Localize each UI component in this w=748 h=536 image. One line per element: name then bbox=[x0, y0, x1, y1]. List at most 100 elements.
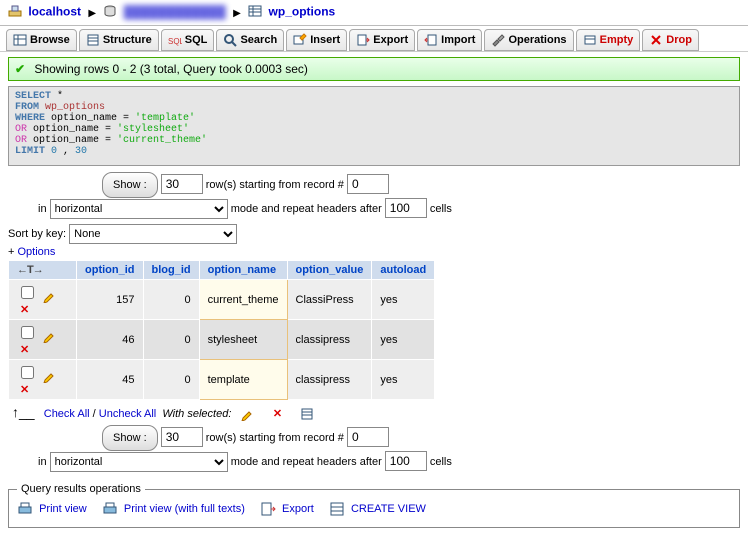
export-link[interactable]: Export bbox=[282, 503, 314, 515]
breadcrumb-sep: ▶ bbox=[88, 8, 96, 19]
svg-text:SQL: SQL bbox=[168, 37, 182, 46]
show-button[interactable]: Show : bbox=[102, 172, 158, 198]
sort-key-select[interactable]: None bbox=[69, 224, 237, 244]
row-checkbox[interactable] bbox=[21, 286, 34, 299]
results-table: ←T→ option_id blog_id option_name option… bbox=[8, 260, 435, 400]
cell: yes bbox=[372, 280, 435, 320]
tab-label: Import bbox=[441, 34, 475, 46]
show-button[interactable]: Show : bbox=[102, 425, 158, 451]
cell: 0 bbox=[143, 360, 199, 400]
breadcrumb: localhost ▶ ████████████ ▶ wp_options bbox=[0, 0, 748, 26]
tab-bar: Browse Structure SQLSQL Search Insert Ex… bbox=[0, 26, 748, 52]
repeat-headers-input[interactable] bbox=[385, 198, 427, 218]
cell: ClassiPress bbox=[287, 280, 372, 320]
cell: 0 bbox=[143, 320, 199, 360]
uncheck-all-link[interactable]: Uncheck All bbox=[99, 408, 156, 420]
cell: stylesheet bbox=[199, 320, 287, 360]
rows-count-input[interactable] bbox=[161, 427, 203, 447]
view-icon bbox=[329, 501, 345, 517]
label: mode and repeat headers after bbox=[231, 203, 382, 215]
row-checkbox[interactable] bbox=[21, 366, 34, 379]
col-option-name[interactable]: option_name bbox=[199, 261, 287, 280]
up-arrow-icon: ↑__ bbox=[12, 404, 35, 420]
status-bar: ✔ Showing rows 0 - 2 (3 total, Query too… bbox=[8, 57, 740, 81]
with-selected-label: With selected: bbox=[162, 408, 231, 420]
sql-query-box: SELECT * FROM wp_options WHERE option_na… bbox=[8, 86, 740, 166]
legend: Query results operations bbox=[17, 483, 145, 495]
sort-row: Sort by key: None bbox=[8, 224, 748, 244]
col-blog-id[interactable]: blog_id bbox=[143, 261, 199, 280]
display-mode-select[interactable]: horizontal bbox=[50, 452, 228, 472]
delete-icon[interactable]: ✕ bbox=[17, 344, 29, 356]
delete-icon[interactable]: ✕ bbox=[17, 304, 29, 316]
tab-structure[interactable]: Structure bbox=[79, 29, 159, 51]
check-all-link[interactable]: Check All bbox=[44, 408, 90, 420]
tab-label: Drop bbox=[666, 34, 692, 46]
print-view-link[interactable]: Print view bbox=[39, 503, 87, 515]
col-option-value[interactable]: option_value bbox=[287, 261, 372, 280]
table-icon bbox=[248, 4, 262, 21]
breadcrumb-sep: ▶ bbox=[233, 8, 241, 19]
swap-icon[interactable]: ←T→ bbox=[17, 264, 43, 276]
bulk-actions: ↑__ Check All / Uncheck All With selecte… bbox=[12, 404, 748, 421]
repeat-headers-input[interactable] bbox=[385, 451, 427, 471]
table-row: ✕ 157 0 current_theme ClassiPress yes bbox=[9, 280, 435, 320]
label: in bbox=[38, 203, 47, 215]
tab-label: Insert bbox=[310, 34, 340, 46]
database-icon bbox=[103, 4, 117, 21]
tab-import[interactable]: Import bbox=[417, 29, 482, 51]
cell: 46 bbox=[77, 320, 144, 360]
col-actions: ←T→ bbox=[9, 261, 77, 280]
tab-label: Export bbox=[373, 34, 408, 46]
table-row: ✕ 46 0 stylesheet classipress yes bbox=[9, 320, 435, 360]
start-record-input[interactable] bbox=[347, 427, 389, 447]
label: row(s) starting from record # bbox=[206, 179, 344, 191]
col-autoload[interactable]: autoload bbox=[372, 261, 435, 280]
table-row: ✕ 45 0 template classipress yes bbox=[9, 360, 435, 400]
label: in bbox=[38, 456, 47, 468]
status-text: Showing rows 0 - 2 (3 total, Query took … bbox=[34, 62, 307, 76]
label: mode and repeat headers after bbox=[231, 456, 382, 468]
export-selected-icon[interactable] bbox=[300, 408, 314, 420]
print-view-full-link[interactable]: Print view (with full texts) bbox=[124, 503, 245, 515]
breadcrumb-server[interactable]: localhost bbox=[28, 5, 81, 19]
tab-operations[interactable]: Operations bbox=[484, 29, 573, 51]
options-link[interactable]: Options bbox=[17, 246, 55, 258]
cell: yes bbox=[372, 360, 435, 400]
edit-icon[interactable] bbox=[40, 370, 57, 382]
edit-icon[interactable] bbox=[40, 330, 57, 342]
edit-selected-icon[interactable] bbox=[241, 408, 255, 420]
delete-icon[interactable]: ✕ bbox=[17, 384, 29, 396]
tab-sql[interactable]: SQLSQL bbox=[161, 29, 215, 51]
export-icon bbox=[260, 501, 276, 517]
tab-empty[interactable]: Empty bbox=[576, 29, 641, 51]
delete-selected-icon[interactable]: ✕ bbox=[273, 408, 282, 420]
server-icon bbox=[8, 4, 22, 21]
tab-browse[interactable]: Browse bbox=[6, 29, 77, 51]
breadcrumb-table[interactable]: wp_options bbox=[269, 5, 336, 19]
display-mode-select[interactable]: horizontal bbox=[50, 199, 228, 219]
row-checkbox[interactable] bbox=[21, 326, 34, 339]
tab-insert[interactable]: Insert bbox=[286, 29, 347, 51]
tab-label: Search bbox=[240, 34, 277, 46]
tab-label: Browse bbox=[30, 34, 70, 46]
tab-export[interactable]: Export bbox=[349, 29, 415, 51]
tab-drop[interactable]: Drop bbox=[642, 29, 699, 51]
rows-count-input[interactable] bbox=[161, 174, 203, 194]
create-view-link[interactable]: CREATE VIEW bbox=[351, 503, 426, 515]
edit-icon[interactable] bbox=[40, 290, 57, 302]
cell: 157 bbox=[77, 280, 144, 320]
col-option-id[interactable]: option_id bbox=[77, 261, 144, 280]
label: Sort by key: bbox=[8, 228, 66, 240]
tab-label: Structure bbox=[103, 34, 152, 46]
start-record-input[interactable] bbox=[347, 174, 389, 194]
cell: classipress bbox=[287, 360, 372, 400]
label: cells bbox=[430, 456, 452, 468]
tab-label: Operations bbox=[508, 34, 566, 46]
tab-label: Empty bbox=[600, 34, 634, 46]
cell: classipress bbox=[287, 320, 372, 360]
tab-search[interactable]: Search bbox=[216, 29, 284, 51]
breadcrumb-db[interactable]: ████████████ bbox=[124, 5, 226, 19]
cell: 45 bbox=[77, 360, 144, 400]
label: cells bbox=[430, 203, 452, 215]
